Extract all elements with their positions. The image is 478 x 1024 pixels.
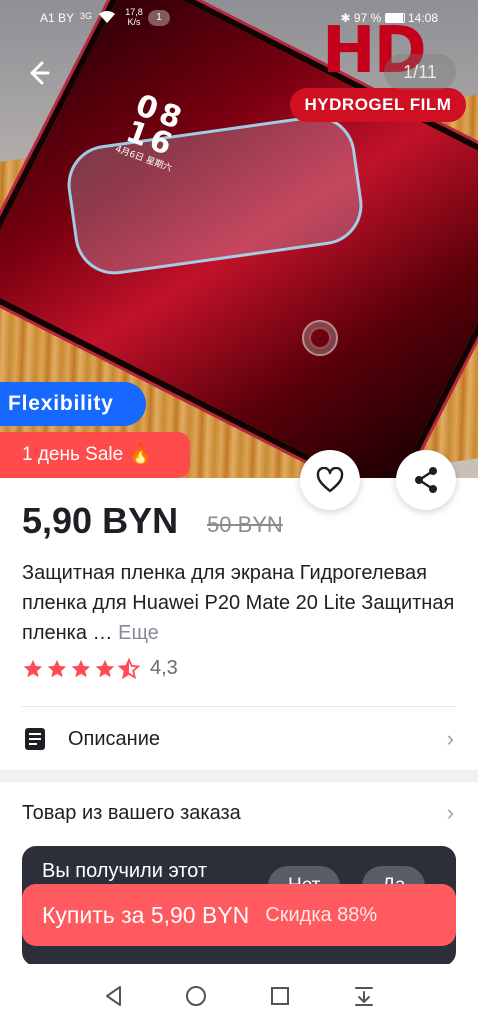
chevron-right-icon: › — [446, 726, 454, 751]
share-button[interactable] — [396, 450, 456, 510]
back-button[interactable] — [22, 58, 52, 88]
sale-tag: 1 день Sale 🔥 — [0, 432, 190, 478]
product-title[interactable]: Защитная пленка для экрана Гидрогелевая … — [22, 558, 460, 648]
document-icon — [25, 728, 45, 750]
rating-stars — [22, 657, 140, 680]
product-page: 08 16 4月6日 星期六 HD HYDROGEL FILM Flexibilit… — [0, 0, 478, 1024]
flexibility-tag: Flexibility — [0, 382, 146, 426]
net-speed: 17,8 K/s — [125, 7, 143, 27]
share-icon — [415, 467, 437, 493]
discount-label: Скидка 88% — [265, 903, 378, 926]
favorite-button[interactable] — [300, 450, 360, 510]
star-icon — [47, 659, 67, 677]
star-icon — [95, 659, 115, 677]
more-link[interactable]: Еще — [118, 622, 159, 644]
order-item-label: Товар из вашего заказа — [22, 801, 241, 824]
chevron-right-icon: › — [446, 800, 454, 825]
received-prompt-text: Вы получили этот — [42, 860, 207, 882]
rating[interactable]: 4,3 — [22, 657, 178, 680]
battery-icon — [384, 13, 405, 23]
carrier-label: A1 BY — [40, 11, 75, 25]
divider — [22, 706, 456, 707]
rating-value: 4,3 — [150, 657, 178, 679]
old-price: 50 BYN — [207, 512, 283, 537]
buy-label: Купить за 5,90 BYN — [42, 901, 250, 928]
status-bar: A1 BY 3G 17,8 K/s 1 ✱ 97 % 14:08 — [0, 0, 478, 34]
network-type: 3G — [80, 11, 93, 21]
section-separator — [0, 770, 478, 782]
star-icon — [71, 659, 91, 677]
back-triangle-icon[interactable] — [102, 984, 126, 1008]
fingerprint-icon — [302, 320, 338, 356]
bluetooth-icon: ✱ — [340, 11, 351, 25]
description-label: Описание — [68, 727, 161, 750]
product-image-gallery[interactable]: 08 16 4月6日 星期六 HD HYDROGEL FILM Flexibilit… — [0, 0, 478, 478]
product-title-text: Защитная пленка для экрана Гидрогелевая … — [22, 562, 455, 644]
arrow-left-icon — [30, 61, 50, 85]
wifi-icon — [99, 10, 115, 23]
recents-square-icon[interactable] — [268, 984, 292, 1008]
battery-time: ✱ 97 % 14:08 — [340, 11, 438, 25]
home-circle-icon[interactable] — [184, 984, 208, 1008]
notification-shade-icon[interactable] — [352, 984, 376, 1008]
current-price: 5,90 BYN — [22, 500, 179, 541]
system-nav-bar — [0, 964, 478, 1024]
heart-icon — [316, 467, 344, 493]
order-item-row[interactable]: Товар из вашего заказа › — [22, 796, 456, 830]
notification-count: 1 — [148, 10, 170, 26]
image-counter: 1/11 — [384, 54, 456, 90]
buy-button[interactable]: Купить за 5,90 BYN Скидка 88% — [22, 884, 456, 946]
star-half-icon — [118, 657, 140, 679]
star-icon — [23, 659, 43, 677]
hydrogel-film-badge: HYDROGEL FILM — [290, 88, 466, 122]
description-row[interactable]: Описание › — [22, 722, 456, 756]
